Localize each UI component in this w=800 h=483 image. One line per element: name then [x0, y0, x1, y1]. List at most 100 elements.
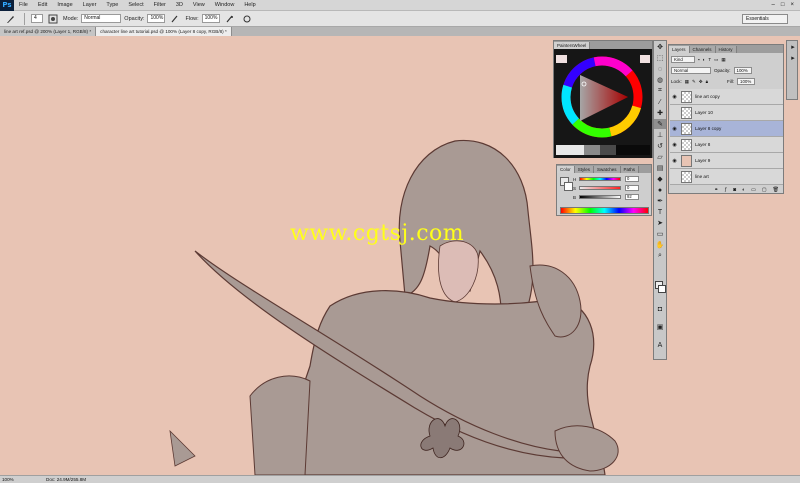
- visibility-eye-icon[interactable]: ◉: [670, 126, 679, 132]
- hue-value[interactable]: 0: [625, 176, 639, 182]
- workspace-select[interactable]: Essentials: [742, 14, 788, 24]
- filter-type-icon[interactable]: T: [708, 57, 711, 62]
- background-swatch[interactable]: [564, 182, 573, 191]
- tab-line-art-ref[interactable]: line art ref.psd @ 200% (Layer 1, RGB/8)…: [0, 27, 97, 36]
- fx-icon[interactable]: ƒ: [724, 187, 727, 193]
- trash-icon[interactable]: 🗑︎: [773, 187, 779, 193]
- menu-view[interactable]: View: [188, 0, 210, 11]
- tab-character-line-art[interactable]: character line art tutorial.psd @ 100% (…: [96, 27, 232, 36]
- visibility-eye-icon[interactable]: ◉: [670, 94, 679, 100]
- color-spectrum-bar[interactable]: [560, 207, 649, 214]
- brightness-track[interactable]: [579, 195, 621, 199]
- layer-row-selected[interactable]: ◉ Layer 8 copy: [670, 121, 783, 137]
- history-brush-icon[interactable]: ↺: [654, 141, 666, 151]
- tab-swatches[interactable]: Swatches: [594, 166, 621, 173]
- airbrush-icon[interactable]: [223, 13, 237, 25]
- path-select-icon[interactable]: ➤: [654, 218, 666, 228]
- tab-paths[interactable]: Paths: [620, 166, 640, 173]
- filter-adjust-icon[interactable]: ◐: [703, 57, 706, 62]
- hue-slider[interactable]: H 0: [573, 175, 649, 183]
- tab-painters-wheel[interactable]: PaintersWheel: [554, 42, 591, 49]
- brush-size-picker[interactable]: 4: [31, 14, 43, 23]
- mask-icon[interactable]: ◙: [733, 187, 736, 193]
- layer-row[interactable]: ◉ Layer 8: [670, 137, 783, 153]
- brush-icon[interactable]: ✎: [654, 119, 666, 129]
- eraser-icon[interactable]: ▱: [654, 152, 666, 162]
- menu-filter[interactable]: Filter: [149, 0, 171, 11]
- hand-icon[interactable]: ✋: [654, 240, 666, 250]
- tab-color[interactable]: Color: [557, 166, 575, 173]
- tab-styles[interactable]: Styles: [574, 166, 595, 173]
- kind-filter-select[interactable]: Kind: [671, 56, 695, 63]
- layer-row[interactable]: ◉ Layer 9: [670, 153, 783, 169]
- saturation-slider[interactable]: S 0: [573, 184, 649, 192]
- filter-pixel-icon[interactable]: ▪: [698, 57, 700, 62]
- zoom-icon[interactable]: ⌕: [654, 251, 666, 261]
- adjustment-icon[interactable]: ◐: [742, 187, 745, 193]
- pressure-size-icon[interactable]: [240, 13, 254, 25]
- layer-row[interactable]: line art: [670, 169, 783, 185]
- lock-transparent-icon[interactable]: ▦: [685, 79, 689, 85]
- lock-position-icon[interactable]: ✥: [699, 79, 703, 85]
- marquee-icon[interactable]: ⬚: [654, 53, 666, 63]
- quick-select-icon[interactable]: ◍: [654, 75, 666, 85]
- gradient-icon[interactable]: ▤: [654, 163, 666, 173]
- stamp-icon[interactable]: ⊥: [654, 130, 666, 140]
- type-icon[interactable]: T: [654, 207, 666, 217]
- lock-pixels-icon[interactable]: ✎: [692, 79, 696, 85]
- menu-edit[interactable]: Edit: [33, 0, 52, 11]
- saturation-value[interactable]: 0: [625, 185, 639, 191]
- background-color-icon[interactable]: [658, 285, 666, 293]
- visibility-eye-icon[interactable]: ◉: [670, 158, 679, 164]
- brightness-value[interactable]: 92: [625, 194, 639, 200]
- healing-icon[interactable]: ✚: [654, 108, 666, 118]
- color-wheel[interactable]: [554, 49, 652, 158]
- panel-toggle-icon[interactable]: ▸: [787, 53, 799, 63]
- panel-toggle-icon[interactable]: ▸: [787, 42, 799, 52]
- mode-select[interactable]: Normal: [81, 14, 122, 23]
- menu-select[interactable]: Select: [123, 0, 148, 11]
- zoom-level[interactable]: 100%: [0, 477, 16, 482]
- tab-layers[interactable]: Layers: [669, 46, 690, 53]
- folder-icon[interactable]: ▭: [751, 187, 756, 193]
- opacity-field[interactable]: 100%: [147, 14, 166, 23]
- minimize-icon[interactable]: –: [772, 2, 775, 8]
- menu-help[interactable]: Help: [239, 0, 260, 11]
- dodge-icon[interactable]: ●: [654, 185, 666, 195]
- brightness-slider[interactable]: B 92: [573, 193, 649, 201]
- close-icon[interactable]: ×: [790, 2, 794, 8]
- blend-mode-select[interactable]: Normal: [671, 67, 711, 74]
- maximize-icon[interactable]: □: [781, 2, 785, 8]
- filter-shape-icon[interactable]: ▭: [714, 57, 718, 63]
- menu-image[interactable]: Image: [52, 0, 77, 11]
- character-panel-icon[interactable]: A: [654, 340, 666, 350]
- brush-panel-icon[interactable]: [46, 13, 60, 25]
- tab-history[interactable]: History: [715, 46, 737, 53]
- menu-file[interactable]: File: [14, 0, 33, 11]
- menu-3d[interactable]: 3D: [171, 0, 188, 11]
- visibility-eye-icon[interactable]: ◉: [670, 142, 679, 148]
- screen-mode-icon[interactable]: ▣: [654, 322, 666, 332]
- flow-field[interactable]: 100%: [201, 14, 220, 23]
- crop-icon[interactable]: ⌗: [654, 86, 666, 96]
- lock-all-icon[interactable]: 🔒︎: [706, 79, 708, 84]
- blur-icon[interactable]: ◆: [654, 174, 666, 184]
- shape-icon[interactable]: ▭: [654, 229, 666, 239]
- fill-field[interactable]: 100%: [737, 78, 755, 85]
- pressure-opacity-icon[interactable]: [168, 13, 182, 25]
- brush-tool-preset-icon[interactable]: [4, 13, 18, 25]
- menu-window[interactable]: Window: [210, 0, 240, 11]
- filter-smart-icon[interactable]: ▦: [721, 57, 725, 63]
- new-layer-icon[interactable]: ▢: [762, 187, 767, 193]
- lasso-icon[interactable]: ◌: [654, 64, 666, 74]
- menu-type[interactable]: Type: [101, 0, 123, 11]
- layer-opacity-field[interactable]: 100%: [733, 67, 752, 74]
- eyedropper-icon[interactable]: ⁄: [654, 97, 666, 107]
- pen-icon[interactable]: ✒: [654, 196, 666, 206]
- menu-layer[interactable]: Layer: [78, 0, 102, 11]
- quick-mask-icon[interactable]: ◘: [654, 304, 666, 314]
- tab-channels[interactable]: Channels: [689, 46, 716, 53]
- hue-track[interactable]: [579, 177, 621, 181]
- saturation-track[interactable]: [579, 186, 621, 190]
- layer-row[interactable]: ◉ line art copy: [670, 89, 783, 105]
